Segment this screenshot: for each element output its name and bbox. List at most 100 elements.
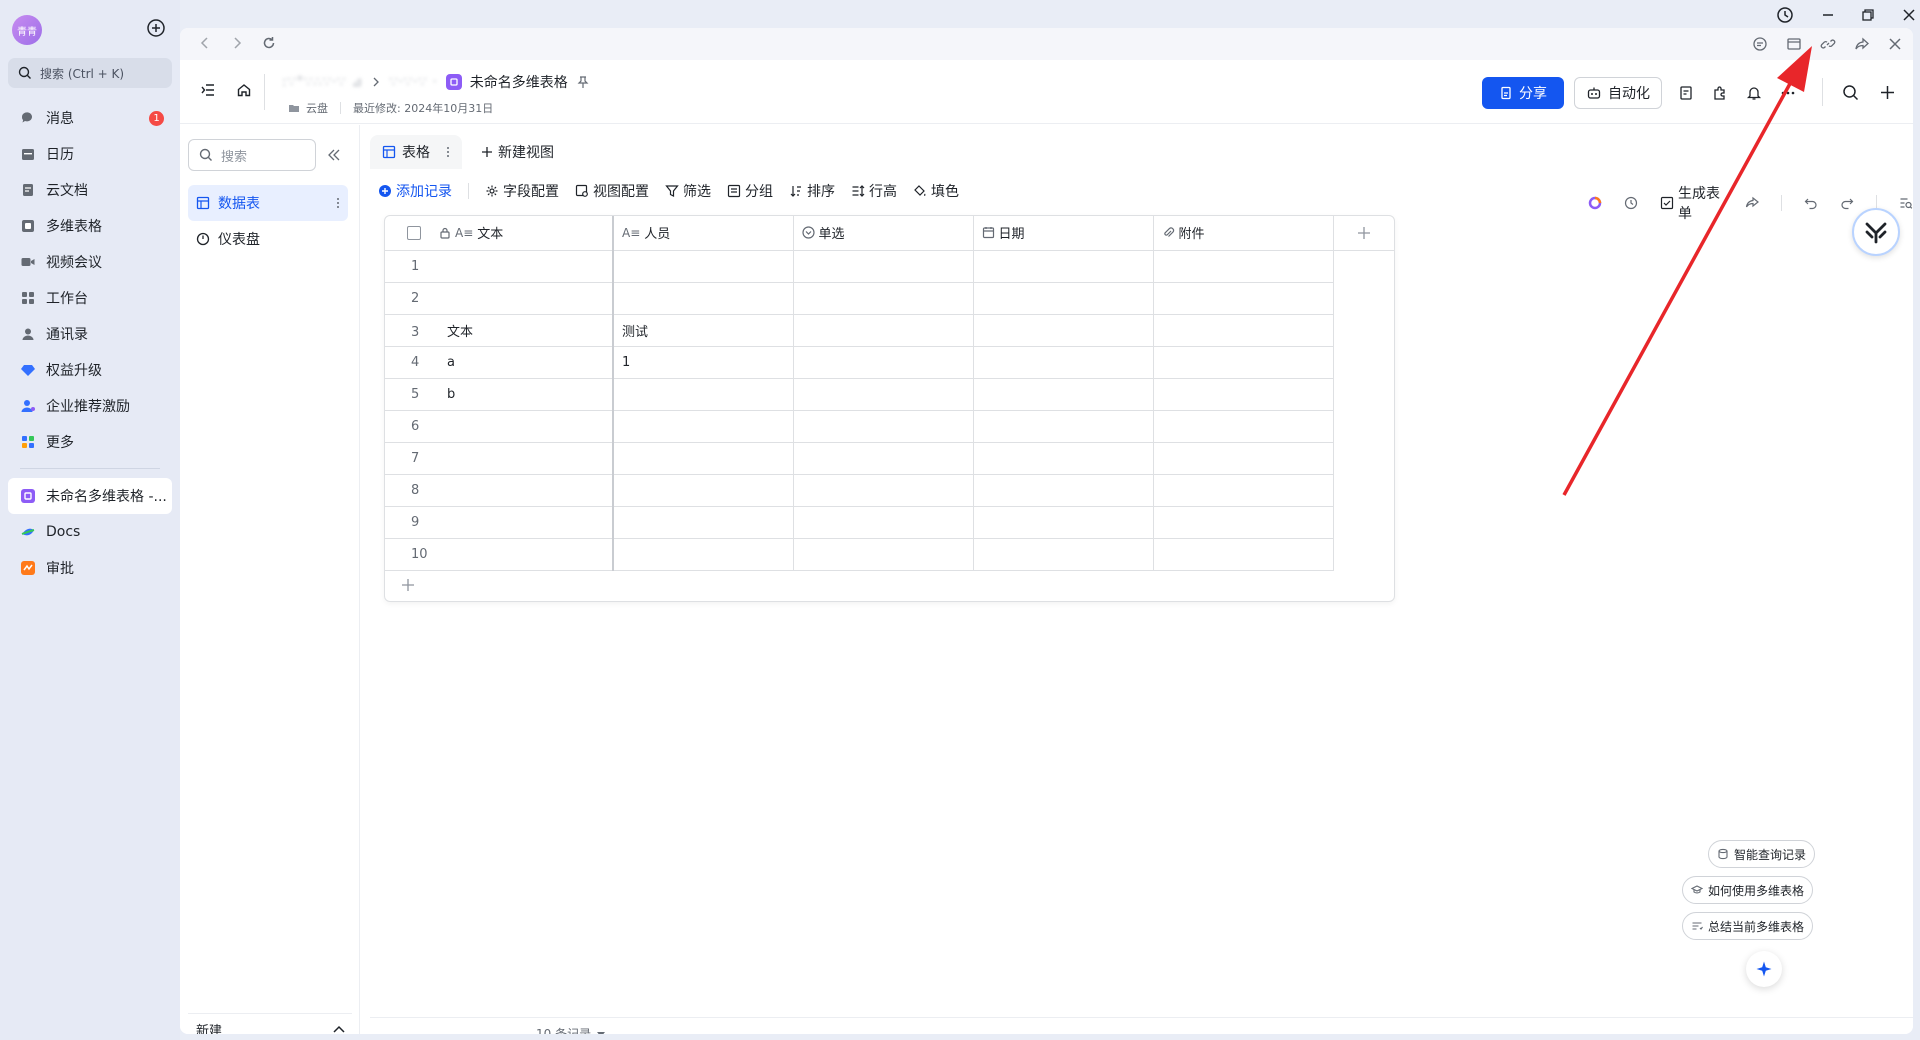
- cell-person[interactable]: [613, 474, 794, 507]
- cell-single-select[interactable]: [793, 474, 974, 507]
- select-all-checkbox[interactable]: [407, 225, 421, 240]
- cell-text[interactable]: 3 文本: [385, 314, 614, 347]
- more-vertical-icon[interactable]: [446, 146, 450, 158]
- cell-attachment[interactable]: [1153, 314, 1334, 347]
- cell-text[interactable]: 1: [385, 250, 614, 283]
- cell-date[interactable]: [973, 378, 1154, 411]
- sidebar-search-input[interactable]: 搜索: [188, 139, 316, 171]
- cell-person[interactable]: [613, 282, 794, 315]
- nav-item-workplace[interactable]: 工作台: [8, 280, 172, 316]
- sidebar-item-datatable[interactable]: 数据表: [188, 185, 348, 221]
- sort-button[interactable]: 排序: [789, 181, 835, 201]
- add-record-button[interactable]: 添加记录: [378, 181, 452, 201]
- doc-title[interactable]: 未命名多维表格: [470, 72, 568, 92]
- table-row[interactable]: 1: [385, 250, 1394, 283]
- cell-text[interactable]: 5b: [385, 378, 614, 411]
- breadcrumb-folder[interactable]: :∵°∵∴∵·∵ ⊿: [282, 75, 363, 90]
- cell-text[interactable]: 7: [385, 442, 614, 475]
- ai-summarize-button[interactable]: 总结当前多维表格: [1682, 912, 1814, 940]
- cell-text[interactable]: 4a: [385, 346, 614, 379]
- field-config-button[interactable]: 字段配置: [485, 181, 559, 201]
- record-count[interactable]: 10 条记录: [536, 1025, 606, 1034]
- nav-item-messages[interactable]: 消息 1: [8, 100, 172, 136]
- cell-single-select[interactable]: [793, 378, 974, 411]
- cell-attachment[interactable]: [1153, 442, 1334, 475]
- filter-button[interactable]: 筛选: [665, 181, 711, 201]
- home-icon[interactable]: [236, 82, 252, 98]
- nav-item-docs[interactable]: 云文档: [8, 172, 172, 208]
- table-row[interactable]: 5b: [385, 378, 1394, 411]
- cell-attachment[interactable]: [1153, 282, 1334, 315]
- cell-single-select[interactable]: [793, 442, 974, 475]
- cell-single-select[interactable]: [793, 506, 974, 539]
- ai-query-records-button[interactable]: 智能查询记录: [1708, 840, 1816, 868]
- table-row[interactable]: 9: [385, 506, 1394, 539]
- history-icon[interactable]: [1776, 6, 1794, 24]
- view-config-button[interactable]: 视图配置: [575, 181, 649, 201]
- row-height-button[interactable]: 行高: [851, 181, 897, 201]
- cell-attachment[interactable]: [1153, 538, 1334, 571]
- cell-date[interactable]: [973, 282, 1154, 315]
- minimize-icon[interactable]: [1821, 8, 1835, 22]
- cell-attachment[interactable]: [1153, 410, 1334, 443]
- new-view-button[interactable]: 新建视图: [480, 142, 554, 162]
- recent-item-docs[interactable]: Docs: [8, 514, 172, 550]
- recent-item-base-doc[interactable]: 未命名多维表格 -...: [8, 478, 172, 514]
- cell-person[interactable]: [613, 538, 794, 571]
- avatar[interactable]: 青青: [12, 15, 42, 45]
- group-button[interactable]: 分组: [727, 181, 773, 201]
- table-row[interactable]: 8: [385, 474, 1394, 507]
- column-header-attachment[interactable]: 附件: [1153, 216, 1334, 251]
- more-vertical-icon[interactable]: [336, 197, 340, 209]
- cell-attachment[interactable]: [1153, 250, 1334, 283]
- close-tab-icon[interactable]: [1888, 37, 1902, 51]
- cell-person[interactable]: [613, 250, 794, 283]
- sidebar-item-dashboard[interactable]: 仪表盘: [188, 221, 348, 257]
- sidebar-toggle-icon[interactable]: [200, 82, 216, 98]
- refresh-icon[interactable]: [262, 36, 276, 50]
- redo-icon[interactable]: [1840, 196, 1854, 210]
- column-header-person[interactable]: A≡ 人员: [613, 216, 794, 251]
- cell-attachment[interactable]: [1153, 506, 1334, 539]
- close-window-icon[interactable]: [1902, 8, 1916, 22]
- nav-item-calendar[interactable]: 日历: [8, 136, 172, 172]
- cell-single-select[interactable]: [793, 314, 974, 347]
- ai-sparkle-button[interactable]: [1746, 951, 1782, 987]
- nav-item-base[interactable]: 多维表格: [8, 208, 172, 244]
- column-header-date[interactable]: 日期: [973, 216, 1154, 251]
- cell-date[interactable]: [973, 346, 1154, 379]
- table-row[interactable]: 3 文本 测试: [385, 314, 1394, 347]
- cell-date[interactable]: [973, 250, 1154, 283]
- cell-person[interactable]: [613, 506, 794, 539]
- cell-person[interactable]: 1: [613, 346, 794, 379]
- cell-date[interactable]: [973, 506, 1154, 539]
- cell-person[interactable]: 测试: [613, 314, 794, 347]
- table-row[interactable]: 10: [385, 538, 1394, 571]
- add-circle-icon[interactable]: [146, 18, 166, 38]
- table-row[interactable]: 4a1: [385, 346, 1394, 379]
- search-icon[interactable]: [1842, 84, 1859, 101]
- cell-date[interactable]: [973, 410, 1154, 443]
- table-row[interactable]: 2: [385, 282, 1394, 315]
- forward-share-icon[interactable]: [1854, 36, 1870, 52]
- global-search-box[interactable]: 搜索 (Ctrl + K): [8, 58, 172, 88]
- cell-date[interactable]: [973, 538, 1154, 571]
- chevron-up-icon[interactable]: [332, 1023, 346, 1035]
- collapse-sidebar-icon[interactable]: [326, 147, 342, 163]
- forward-icon[interactable]: [230, 36, 244, 50]
- cell-date[interactable]: [973, 314, 1154, 347]
- cell-date[interactable]: [973, 474, 1154, 507]
- cell-text[interactable]: 8: [385, 474, 614, 507]
- fill-color-button[interactable]: 填色: [913, 181, 959, 201]
- breadcrumb-subfolder[interactable]: ∵·∵·∵ ·: [389, 75, 437, 90]
- cell-single-select[interactable]: [793, 282, 974, 315]
- cell-date[interactable]: [973, 442, 1154, 475]
- table-row[interactable]: 7: [385, 442, 1394, 475]
- cell-single-select[interactable]: [793, 410, 974, 443]
- cell-single-select[interactable]: [793, 538, 974, 571]
- add-column-button[interactable]: [1333, 216, 1394, 251]
- back-icon[interactable]: [198, 36, 212, 50]
- restore-icon[interactable]: [1861, 8, 1875, 22]
- plus-icon[interactable]: [1879, 84, 1896, 101]
- find-icon[interactable]: [1899, 196, 1913, 210]
